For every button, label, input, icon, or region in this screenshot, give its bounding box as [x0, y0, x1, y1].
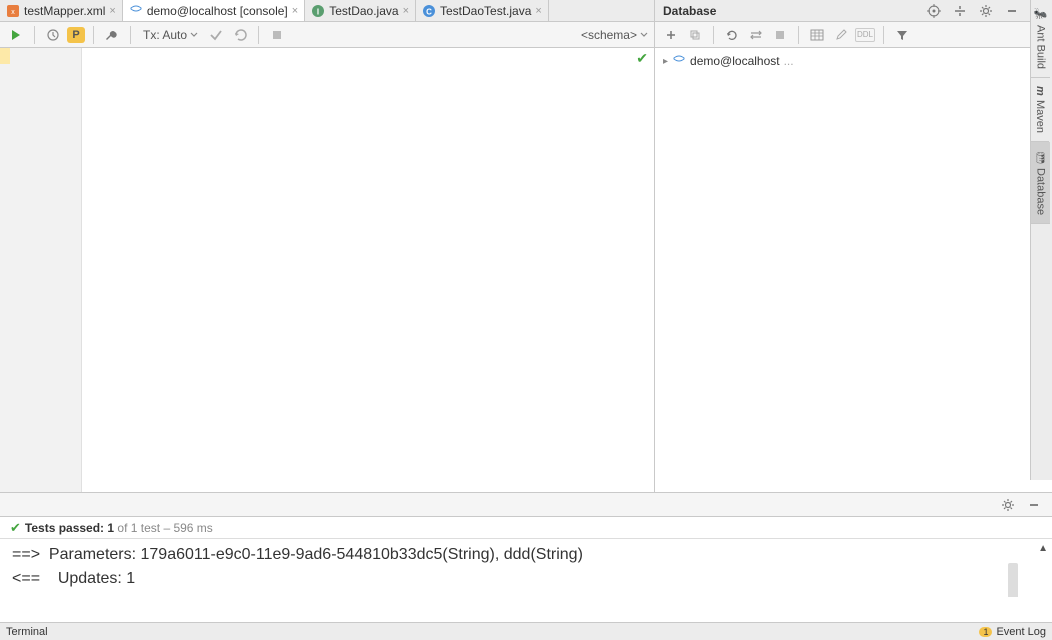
event-log-button[interactable]: 1 Event Log: [979, 626, 1046, 638]
db-node-root[interactable]: ▸ demo@localhost ...: [663, 54, 1022, 68]
close-icon[interactable]: ×: [292, 5, 298, 17]
tests-status-text: Tests passed: 1 of 1 test – 596 ms: [25, 521, 213, 535]
ddl-icon[interactable]: DDL: [855, 28, 875, 42]
tx-label: Tx: Auto: [143, 28, 187, 42]
separator: [798, 26, 799, 44]
stop-db-icon[interactable]: [770, 25, 790, 45]
sync-icon[interactable]: [746, 25, 766, 45]
database-toolbar: DDL: [655, 22, 1030, 48]
split-icon[interactable]: [950, 1, 970, 21]
terminal-tab[interactable]: Terminal: [6, 626, 48, 638]
scroll-up-icon[interactable]: ▲: [1038, 541, 1048, 556]
chevron-down-icon: [190, 32, 198, 38]
console-toolbar: P Tx: Auto <schema>: [0, 22, 654, 48]
editor-tabs: x testMapper.xml × demo@localhost [conso…: [0, 0, 654, 22]
schema-select[interactable]: <schema>: [581, 28, 648, 42]
schema-label: <schema>: [581, 28, 637, 42]
console-output[interactable]: ▲ ==> Parameters: 179a6011-e9c0-11e9-9ad6…: [0, 539, 1052, 597]
right-side-tabs: 🐜Ant Build mMaven 🛢Database: [1030, 0, 1052, 480]
history-icon[interactable]: [43, 25, 63, 45]
db-node-suffix: ...: [784, 54, 794, 68]
class-icon: C: [422, 4, 436, 18]
run-panel-header: [0, 493, 1052, 517]
tests-status-bar: ✔ Tests passed: 1 of 1 test – 596 ms: [0, 517, 1052, 539]
inspection-ok-icon: ✔: [636, 50, 648, 67]
run-icon[interactable]: [6, 25, 26, 45]
console-line: ==> Parameters: 179a6011-e9c0-11e9-9ad6-…: [12, 546, 583, 563]
chevron-down-icon: [640, 32, 648, 38]
database-title: Database: [663, 4, 918, 18]
minimize-icon[interactable]: [1024, 495, 1044, 515]
status-bar: Terminal 1 Event Log: [0, 622, 1052, 640]
stop-icon[interactable]: [267, 25, 287, 45]
tab-label: demo@localhost [console]: [147, 4, 288, 18]
event-log-label: Event Log: [996, 626, 1046, 638]
ant-icon: 🐜: [1034, 8, 1047, 21]
check-icon: ✔: [10, 520, 21, 536]
separator: [883, 26, 884, 44]
separator: [713, 26, 714, 44]
rollback-icon[interactable]: [230, 25, 250, 45]
wrench-icon[interactable]: [102, 25, 122, 45]
edit-icon[interactable]: [831, 25, 851, 45]
side-tab-database[interactable]: 🛢Database: [1031, 142, 1050, 224]
db-console-icon: [129, 4, 143, 18]
minimize-icon[interactable]: [1002, 1, 1022, 21]
database-panel-header: Database: [655, 0, 1030, 22]
tx-mode-select[interactable]: Tx: Auto: [139, 28, 202, 42]
table-icon[interactable]: [807, 25, 827, 45]
separator: [93, 26, 94, 44]
separator: [34, 26, 35, 44]
target-icon[interactable]: [924, 1, 944, 21]
separator: [130, 26, 131, 44]
add-icon[interactable]: [661, 25, 681, 45]
tab-label: TestDaoTest.java: [440, 4, 531, 18]
expand-arrow-icon: ▸: [663, 56, 668, 67]
tab-testdaotest[interactable]: C TestDaoTest.java ×: [416, 0, 549, 21]
side-tab-maven[interactable]: mMaven: [1031, 78, 1049, 142]
maven-icon: m: [1034, 86, 1046, 96]
refresh-icon[interactable]: [722, 25, 742, 45]
filter-icon[interactable]: [892, 25, 912, 45]
svg-text:C: C: [426, 7, 432, 16]
side-tab-ant[interactable]: 🐜Ant Build: [1031, 0, 1050, 78]
duplicate-icon[interactable]: [685, 25, 705, 45]
close-icon[interactable]: ×: [403, 5, 409, 17]
explain-icon[interactable]: P: [67, 27, 85, 43]
tab-testdao[interactable]: I TestDao.java ×: [305, 0, 416, 21]
run-panel: ✔ Tests passed: 1 of 1 test – 596 ms ▲ ==…: [0, 492, 1052, 622]
separator: [258, 26, 259, 44]
interface-icon: I: [311, 4, 325, 18]
console-line: <== Updates: 1: [12, 570, 135, 587]
gear-icon[interactable]: [998, 495, 1018, 515]
database-icon: 🛢: [1034, 150, 1047, 164]
event-badge: 1: [979, 627, 992, 637]
close-icon[interactable]: ×: [109, 5, 115, 17]
tab-label: testMapper.xml: [24, 4, 105, 18]
svg-text:x: x: [11, 9, 15, 16]
tab-testmapper[interactable]: x testMapper.xml ×: [0, 0, 123, 21]
commit-icon[interactable]: [206, 25, 226, 45]
db-node-label: demo@localhost: [690, 54, 780, 68]
xml-icon: x: [6, 4, 20, 18]
close-icon[interactable]: ×: [535, 5, 541, 17]
gear-icon[interactable]: [976, 1, 996, 21]
db-icon: [672, 55, 686, 67]
scrollbar[interactable]: [1008, 563, 1018, 597]
tab-label: TestDao.java: [329, 4, 398, 18]
svg-text:I: I: [317, 7, 319, 16]
tab-console[interactable]: demo@localhost [console] ×: [123, 0, 305, 21]
gutter-highlight: [0, 48, 10, 64]
